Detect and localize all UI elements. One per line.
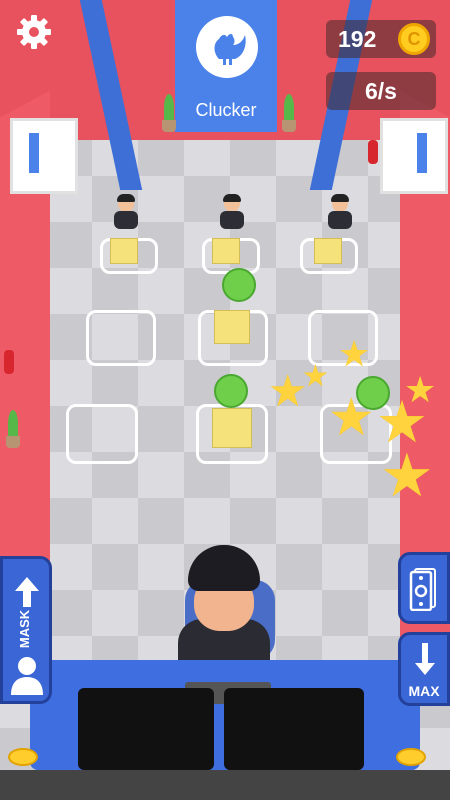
boss-character[interactable]: [168, 545, 278, 675]
money-stack-icon: [409, 568, 436, 611]
coin-icon: C: [398, 23, 430, 55]
chicken-worker[interactable]: [214, 374, 248, 408]
floor-edge: [0, 770, 450, 800]
plant-decor: [4, 408, 22, 448]
star-icon: ★: [380, 442, 434, 509]
max-label: MAX: [408, 683, 440, 699]
desk-slot[interactable]: [66, 404, 138, 464]
person-icon: [11, 657, 43, 695]
left-door: [10, 118, 78, 194]
up-arrow-icon: [15, 577, 39, 607]
fire-extinguisher: [368, 140, 378, 164]
monitor-left: [78, 688, 214, 770]
brand-name: Clucker: [195, 100, 257, 120]
mask-label: MASK: [17, 609, 32, 649]
star-icon: ★: [404, 369, 437, 410]
income-rate: 6/s: [326, 72, 436, 110]
paper-stack: [214, 310, 250, 344]
paper-stack: [110, 238, 138, 264]
coin-count: 192: [338, 26, 377, 52]
worker[interactable]: [218, 194, 246, 238]
desk-slot[interactable]: [86, 310, 156, 366]
down-arrow-icon: [415, 643, 435, 675]
paper-stack: [314, 238, 342, 264]
monitor-right: [224, 688, 364, 770]
max-button[interactable]: MAX: [398, 632, 450, 706]
money-button[interactable]: [398, 552, 450, 624]
plant-decor: [280, 92, 298, 132]
game-scene: Clucker ★ ★ ★ ★ ★ ★ ★: [0, 0, 450, 800]
worker[interactable]: [112, 194, 140, 238]
paper-stack: [212, 238, 240, 264]
income-rate-value: 6/s: [365, 78, 397, 104]
gear-icon: [17, 15, 51, 49]
star-icon: ★: [338, 333, 371, 374]
star-icon: ★: [302, 360, 329, 393]
plant-decor: [160, 92, 178, 132]
right-door: [380, 118, 448, 194]
coin-counter: 192 C: [326, 20, 436, 58]
star-icon: ★: [328, 389, 375, 447]
mask-button[interactable]: MASK: [0, 556, 52, 704]
coin-icon: [8, 748, 38, 766]
coin-icon: [396, 748, 426, 766]
rooster-icon: [196, 16, 258, 78]
settings-button[interactable]: [14, 12, 54, 52]
paper-stack: [212, 408, 252, 448]
fire-extinguisher: [4, 350, 14, 374]
worker[interactable]: [326, 194, 354, 238]
chicken-worker[interactable]: [222, 268, 256, 302]
